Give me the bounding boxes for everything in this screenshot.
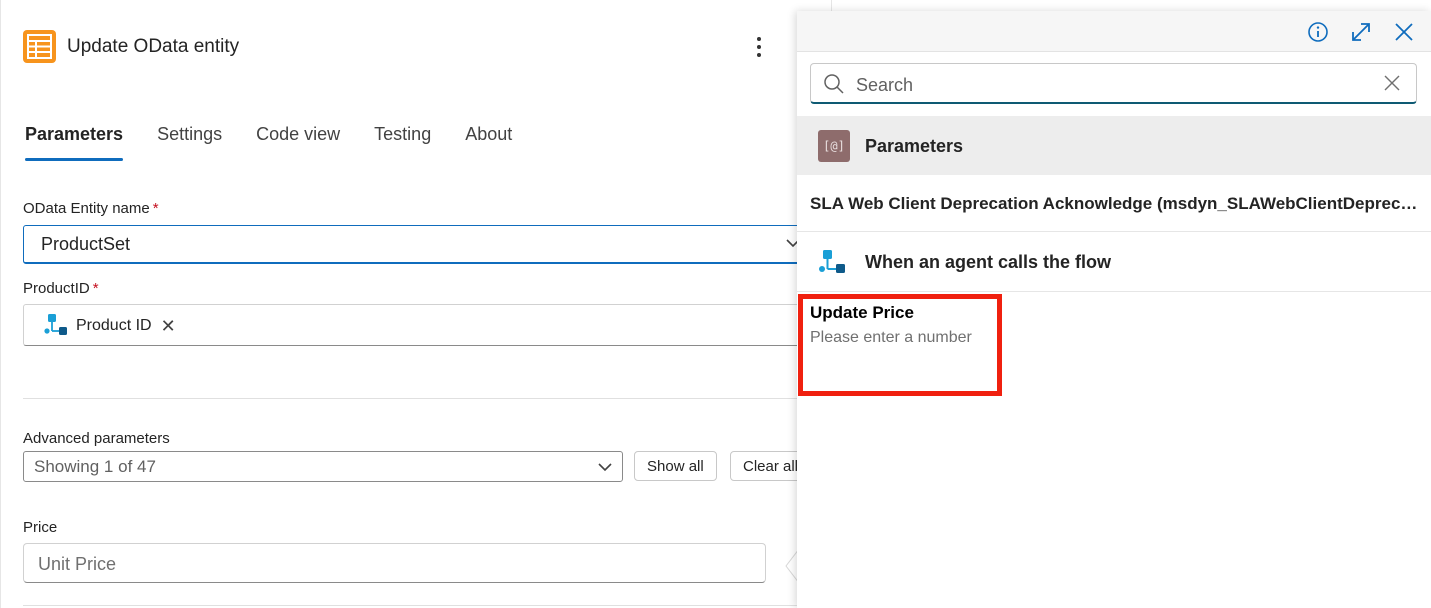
tab-testing[interactable]: Testing	[374, 124, 431, 161]
entity-name-label: OData Entity name *	[23, 200, 159, 217]
required-mark: *	[92, 280, 99, 297]
flyout-toolbar	[797, 11, 1431, 52]
list-item-agent-trigger[interactable]: When an agent calls the flow	[797, 232, 1431, 292]
more-options-icon[interactable]	[749, 32, 769, 62]
price-input[interactable]: Unit Price	[23, 543, 766, 583]
advanced-params-label: Advanced parameters	[23, 430, 170, 447]
entity-name-dropdown[interactable]: ProductSet	[23, 225, 813, 264]
agent-trigger-label: When an agent calls the flow	[865, 252, 1112, 272]
agent-trigger-icon	[44, 314, 67, 335]
expand-icon[interactable]	[1350, 21, 1372, 43]
parameters-section-title: Parameters	[865, 136, 964, 156]
entity-name-value: ProductSet	[41, 234, 131, 254]
info-icon[interactable]	[1307, 21, 1329, 43]
table-icon	[23, 30, 56, 63]
token-label: Product ID	[76, 317, 152, 334]
update-price-item[interactable]: Update Price	[810, 303, 914, 323]
advanced-params-value: Showing 1 of 47	[34, 457, 156, 476]
update-price-description: Please enter a number	[810, 329, 972, 346]
show-all-button[interactable]: Show all	[634, 451, 717, 481]
section-divider	[23, 398, 823, 399]
product-id-token[interactable]: Product ID ✕	[36, 311, 184, 341]
required-mark: *	[152, 200, 159, 217]
remove-token-icon[interactable]: ✕	[161, 316, 176, 337]
product-id-input[interactable]: Product ID ✕	[23, 304, 813, 346]
dynamic-content-flyout: Search [@] Parameters SLA Web Client Dep…	[797, 11, 1431, 608]
agent-trigger-icon	[819, 250, 845, 273]
action-title: Update OData entity	[67, 36, 240, 57]
chevron-down-icon	[598, 463, 612, 472]
product-id-label-text: ProductID	[23, 280, 90, 297]
action-panel: Update OData entity Parameters Settings …	[0, 0, 832, 608]
search-input[interactable]: Search	[810, 63, 1417, 104]
list-item-sla-acknowledge[interactable]: SLA Web Client Deprecation Acknowledge (…	[797, 175, 1431, 232]
tab-about[interactable]: About	[465, 124, 512, 161]
advanced-params-dropdown[interactable]: Showing 1 of 47	[23, 451, 623, 482]
section-divider	[23, 605, 823, 606]
parameters-badge-icon: [@]	[818, 130, 850, 162]
price-label: Price	[23, 519, 58, 536]
tab-settings[interactable]: Settings	[157, 124, 222, 161]
parameters-section-header[interactable]: [@] Parameters	[797, 116, 1431, 175]
entity-name-label-text: OData Entity name	[23, 200, 150, 217]
tab-code-view[interactable]: Code view	[256, 124, 340, 161]
product-id-label: ProductID *	[23, 280, 99, 297]
close-icon[interactable]	[1393, 21, 1415, 43]
search-placeholder: Search	[856, 75, 914, 95]
tab-bar: Parameters Settings Code view Testing Ab…	[25, 124, 546, 161]
search-icon	[824, 74, 844, 94]
tab-parameters[interactable]: Parameters	[25, 124, 124, 161]
clear-search-icon[interactable]	[1382, 73, 1402, 93]
